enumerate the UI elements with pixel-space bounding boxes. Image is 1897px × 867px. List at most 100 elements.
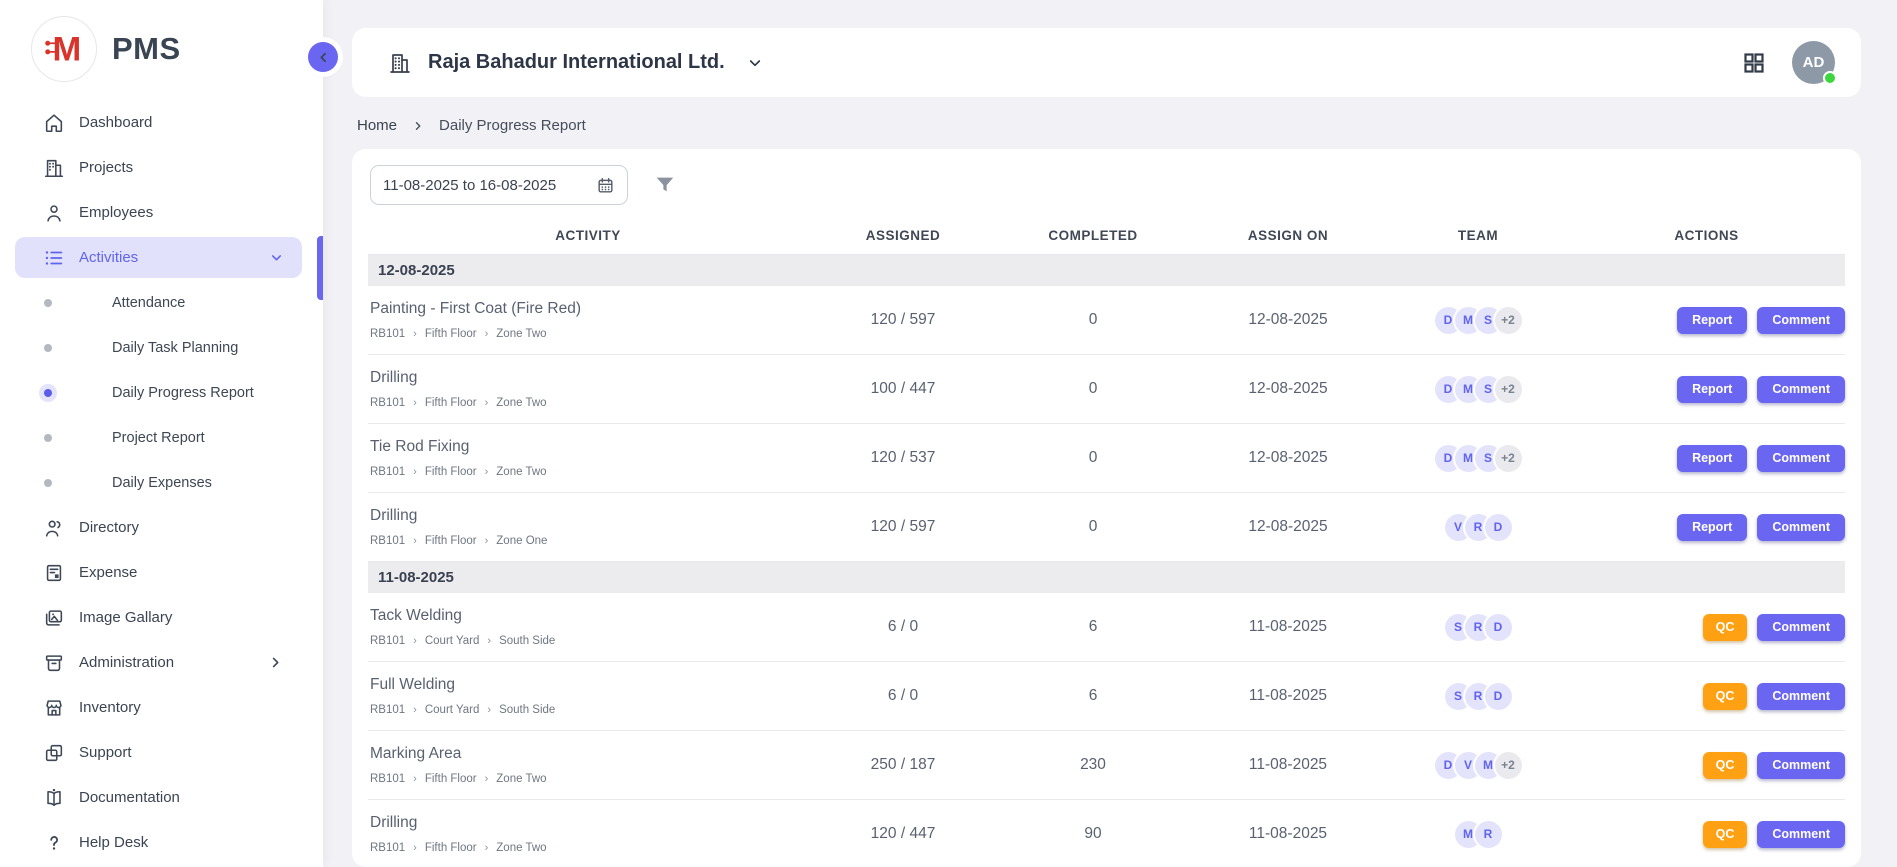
path-segment: RB101 — [370, 397, 405, 409]
column-header-team: Team — [1388, 228, 1568, 243]
sidebar-collapse-button[interactable] — [308, 42, 338, 72]
date-range-value: 11-08-2025 to 16-08-2025 — [383, 177, 556, 194]
sidebar-item-expense[interactable]: Expense — [0, 550, 323, 595]
user-avatar[interactable]: AD — [1792, 41, 1835, 84]
path-segment: Zone Two — [496, 397, 546, 409]
sidebar-item-employees[interactable]: Employees — [0, 190, 323, 235]
activity-path: RB101›Court Yard›South Side — [370, 704, 808, 716]
completed-value: 6 — [998, 618, 1188, 636]
assigned-value: 250 / 187 — [808, 756, 998, 774]
sidebar-item-activities[interactable]: Activities — [15, 237, 302, 278]
calendar-icon — [596, 176, 615, 195]
table-row: Tack Welding RB101›Court Yard›South Side… — [368, 593, 1845, 662]
sidebar-subitem-attendance[interactable]: Attendance — [0, 280, 323, 325]
sidebar-item-image-gallary[interactable]: Image Gallary — [0, 595, 323, 640]
row-actions: QC Comment — [1568, 752, 1845, 779]
path-segment: Zone Two — [496, 842, 546, 854]
completed-value: 230 — [998, 756, 1188, 774]
table-row: Drilling RB101›Fifth Floor›Zone Two 100 … — [368, 355, 1845, 424]
qc-button[interactable]: QC — [1703, 821, 1748, 848]
activity-path: RB101›Fifth Floor›Zone Two — [370, 397, 808, 409]
sidebar-item-documentation[interactable]: Documentation — [0, 775, 323, 820]
assigned-value: 6 / 0 — [808, 618, 998, 636]
activity-cell: Tack Welding RB101›Court Yard›South Side — [368, 607, 808, 647]
sidebar-subitem-daily-expenses[interactable]: Daily Expenses — [0, 460, 323, 505]
sidebar-item-dashboard[interactable]: Dashboard — [0, 100, 323, 145]
assign-on-date: 11-08-2025 — [1188, 618, 1388, 636]
path-segment: RB101 — [370, 842, 405, 854]
column-header-activity: Activity — [368, 228, 808, 243]
path-segment: RB101 — [370, 535, 405, 547]
sidebar-subitem-daily-task-planning[interactable]: Daily Task Planning — [0, 325, 323, 370]
report-button[interactable]: Report — [1677, 376, 1747, 403]
comment-button[interactable]: Comment — [1757, 821, 1845, 848]
completed-value: 6 — [998, 687, 1188, 705]
sidebar-subitem-project-report[interactable]: Project Report — [0, 415, 323, 460]
sidebar-nav: Dashboard Projects EmployeesActivitiesAtte… — [0, 92, 323, 865]
report-button[interactable]: Report — [1677, 307, 1747, 334]
assigned-value: 6 / 0 — [808, 687, 998, 705]
breadcrumb-home[interactable]: Home — [357, 117, 397, 134]
path-segment: Fifth Floor — [425, 328, 477, 340]
completed-value: 0 — [998, 518, 1188, 536]
filter-button[interactable] — [654, 174, 676, 196]
path-segment: RB101 — [370, 466, 405, 478]
sidebar-item-support[interactable]: Support — [0, 730, 323, 775]
sidebar-item-label: Help Desk — [79, 834, 148, 851]
sidebar-item-label: Dashboard — [79, 114, 152, 131]
activity-title: Full Welding — [370, 676, 808, 694]
comment-button[interactable]: Comment — [1757, 614, 1845, 641]
comment-button[interactable]: Comment — [1757, 683, 1845, 710]
apps-grid-button[interactable] — [1742, 51, 1766, 75]
report-button[interactable]: Report — [1677, 514, 1747, 541]
sidebar-item-administration[interactable]: Administration — [0, 640, 323, 685]
sidebar-item-label: Administration — [79, 654, 174, 671]
comment-button[interactable]: Comment — [1757, 307, 1845, 334]
sidebar-item-label: Expense — [79, 564, 137, 581]
report-button[interactable]: Report — [1677, 445, 1747, 472]
svg-text:M: M — [53, 31, 82, 69]
app-name: PMS — [112, 31, 181, 67]
team-avatars: DMS+2 — [1388, 445, 1568, 472]
path-segment: Fifth Floor — [425, 842, 477, 854]
report-card: 11-08-2025 to 16-08-2025 Activity Assign… — [352, 149, 1861, 867]
row-actions: Report Comment — [1568, 376, 1845, 403]
chevron-separator-icon: › — [485, 467, 489, 478]
qc-button[interactable]: QC — [1703, 752, 1748, 779]
list-icon — [43, 247, 65, 269]
sidebar-item-label: Projects — [79, 159, 133, 176]
user-icon — [43, 202, 65, 224]
table-row: Full Welding RB101›Court Yard›South Side… — [368, 662, 1845, 731]
row-actions: QC Comment — [1568, 821, 1845, 848]
column-header-assign-on: Assign On — [1188, 228, 1388, 243]
path-segment: South Side — [499, 704, 555, 716]
path-segment: RB101 — [370, 328, 405, 340]
sidebar-item-directory[interactable]: Directory — [0, 505, 323, 550]
sidebar-item-projects[interactable]: Projects — [0, 145, 323, 190]
comment-button[interactable]: Comment — [1757, 752, 1845, 779]
chevron-separator-icon: › — [413, 843, 417, 854]
company-name: Raja Bahadur International Ltd. — [428, 51, 725, 74]
chevron-separator-icon: › — [413, 467, 417, 478]
qc-button[interactable]: QC — [1703, 683, 1748, 710]
comment-button[interactable]: Comment — [1757, 445, 1845, 472]
assign-on-date: 11-08-2025 — [1188, 756, 1388, 774]
sidebar-subitem-daily-progress-report[interactable]: Daily Progress Report — [0, 370, 323, 415]
activity-path: RB101›Fifth Floor›Zone Two — [370, 328, 808, 340]
comment-button[interactable]: Comment — [1757, 376, 1845, 403]
comment-button[interactable]: Comment — [1757, 514, 1845, 541]
assign-on-date: 12-08-2025 — [1188, 518, 1388, 536]
row-actions: QC Comment — [1568, 614, 1845, 641]
sidebar-item-help-desk[interactable]: Help Desk — [0, 820, 323, 865]
team-more-count: +2 — [1495, 376, 1522, 403]
table-body: 12-08-2025 Painting - First Coat (Fire R… — [368, 255, 1845, 867]
sidebar-item-inventory[interactable]: Inventory — [0, 685, 323, 730]
qc-button[interactable]: QC — [1703, 614, 1748, 641]
date-range-input[interactable]: 11-08-2025 to 16-08-2025 — [370, 165, 628, 205]
chevron-separator-icon: › — [413, 636, 417, 647]
company-selector[interactable]: Raja Bahadur International Ltd. — [388, 51, 763, 75]
path-segment: Zone Two — [496, 466, 546, 478]
team-avatars: VRD — [1388, 514, 1568, 541]
row-actions: Report Comment — [1568, 514, 1845, 541]
image-icon — [43, 607, 65, 629]
